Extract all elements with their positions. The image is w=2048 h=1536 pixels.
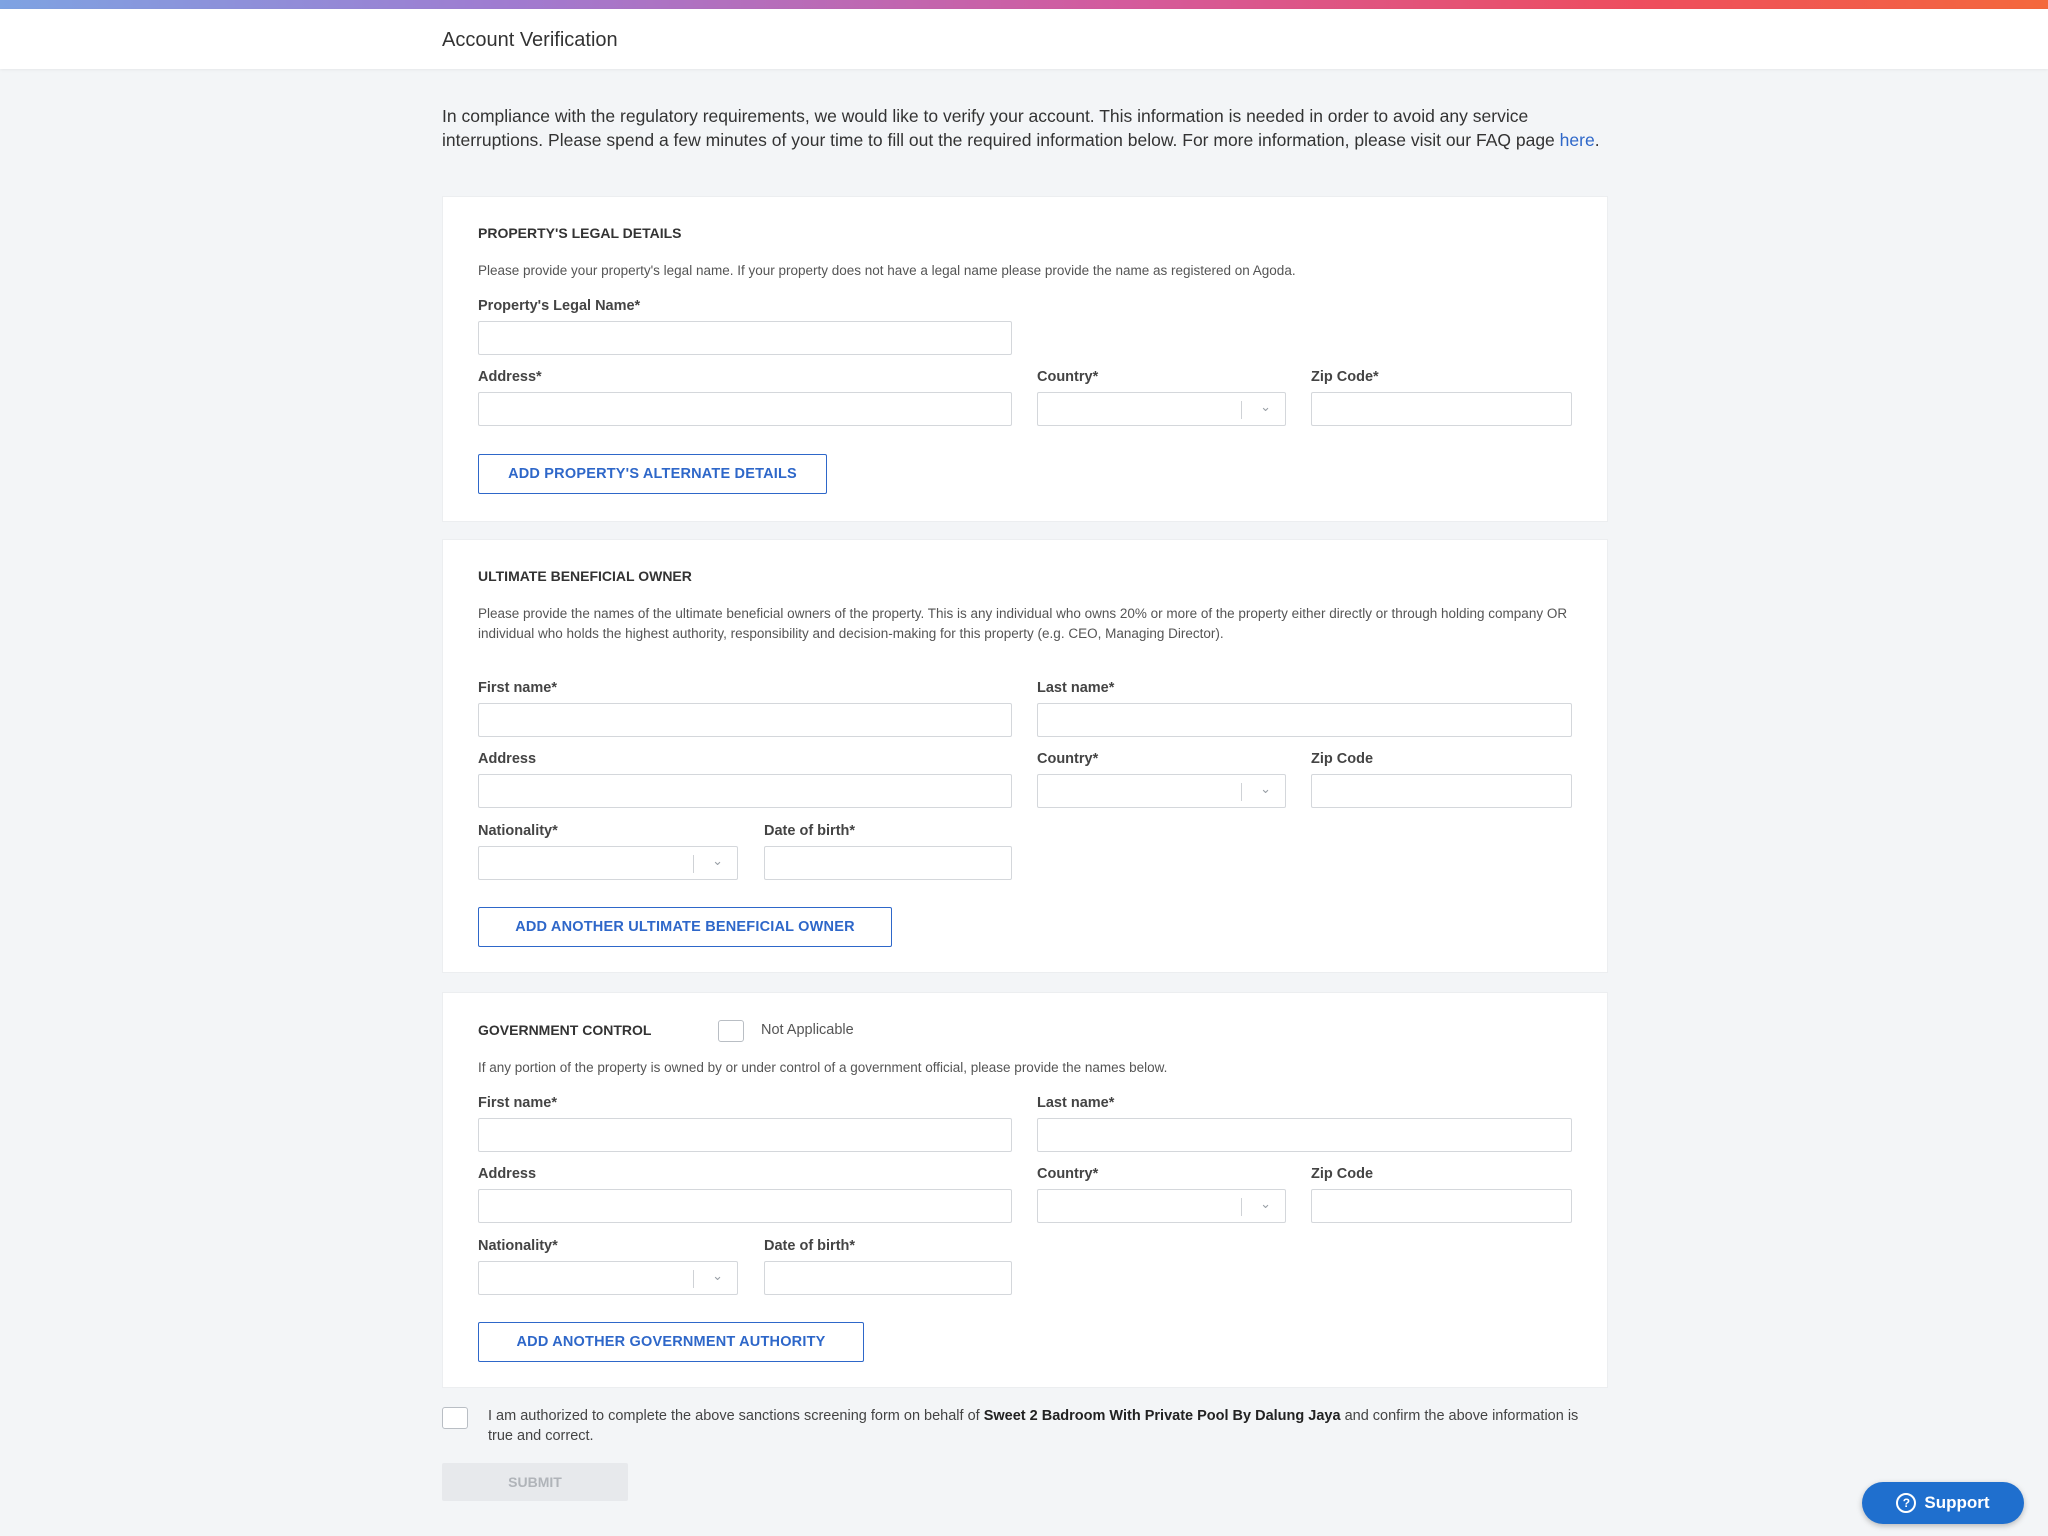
ubo-dob-input[interactable]	[764, 846, 1012, 880]
intro-text: In compliance with the regulatory requir…	[442, 106, 1560, 150]
legal-name-input[interactable]	[478, 321, 1012, 355]
question-circle-icon: ?	[1896, 1493, 1917, 1513]
not-applicable-checkbox[interactable]	[718, 1020, 744, 1042]
gov-zip-label: Zip Code	[1311, 1166, 1374, 1182]
consent-property-name: Sweet 2 Badroom With Private Pool By Dal…	[983, 1408, 1341, 1424]
chevron-down-icon: ⌄	[1260, 781, 1271, 796]
support-button[interactable]: ? Support	[1862, 1482, 2024, 1524]
gov-address-label: Address	[478, 1166, 537, 1182]
ubo-dob-label: Date of birth*	[764, 823, 856, 839]
not-applicable-label: Not Applicable	[761, 1022, 854, 1038]
ubo-nationality-label: Nationality*	[478, 823, 558, 839]
ubo-country-label: Country*	[1037, 751, 1099, 767]
ubo-first-name-input[interactable]	[478, 703, 1012, 737]
ubo-country-select[interactable]: ⌄	[1037, 774, 1286, 808]
faq-link[interactable]: here	[1560, 130, 1595, 150]
gov-zip-input[interactable]	[1311, 1189, 1572, 1223]
ubo-section-title: ULTIMATE BENEFICIAL OWNER	[478, 568, 692, 584]
legal-country-select[interactable]: ⌄	[1037, 392, 1286, 426]
gov-country-select[interactable]: ⌄	[1037, 1189, 1286, 1223]
add-beneficial-owner-button[interactable]: ADD ANOTHER ULTIMATE BENEFICIAL OWNER	[478, 907, 892, 947]
add-government-authority-button[interactable]: ADD ANOTHER GOVERNMENT AUTHORITY	[478, 1322, 864, 1362]
gov-country-label: Country*	[1037, 1166, 1099, 1182]
legal-section-title: PROPERTY'S LEGAL DETAILS	[478, 225, 682, 241]
select-separator	[1241, 1198, 1242, 1216]
intro-end: .	[1594, 130, 1600, 150]
gov-last-name-input[interactable]	[1037, 1118, 1572, 1152]
consent-text: I am authorized to complete the above sa…	[488, 1406, 1588, 1446]
legal-description: Please provide your property's legal nam…	[478, 263, 1296, 278]
ubo-address-label: Address	[478, 751, 537, 767]
ubo-zip-input[interactable]	[1311, 774, 1572, 808]
consent-pre: I am authorized to complete the above sa…	[488, 1408, 984, 1424]
gov-first-name-label: First name*	[478, 1095, 557, 1111]
chevron-down-icon: ⌄	[712, 853, 723, 868]
government-control-card: GOVERNMENT CONTROL Not Applicable If any…	[442, 992, 1608, 1388]
support-label: Support	[1924, 1493, 1990, 1512]
gov-section-title: GOVERNMENT CONTROL	[478, 1022, 652, 1038]
gov-description: If any portion of the property is owned …	[478, 1060, 1168, 1075]
gov-last-name-label: Last name*	[1037, 1095, 1115, 1111]
select-separator	[1241, 783, 1242, 801]
legal-zip-input[interactable]	[1311, 392, 1572, 426]
ubo-nationality-select[interactable]: ⌄	[478, 846, 738, 880]
gov-first-name-input[interactable]	[478, 1118, 1012, 1152]
ubo-last-name-input[interactable]	[1037, 703, 1572, 737]
ubo-first-name-label: First name*	[478, 680, 557, 696]
ubo-last-name-label: Last name*	[1037, 680, 1115, 696]
top-gradient-bar	[0, 0, 2048, 9]
gov-address-input[interactable]	[478, 1189, 1012, 1223]
gov-nationality-select[interactable]: ⌄	[478, 1261, 738, 1295]
ubo-address-input[interactable]	[478, 774, 1012, 808]
ubo-card: ULTIMATE BENEFICIAL OWNER Please provide…	[442, 539, 1608, 973]
intro-paragraph: In compliance with the regulatory requir…	[442, 104, 1610, 152]
select-separator	[693, 855, 694, 873]
page-title: Account Verification	[442, 29, 618, 51]
submit-button[interactable]: SUBMIT	[442, 1463, 628, 1501]
chevron-down-icon: ⌄	[712, 1268, 723, 1283]
legal-details-card: PROPERTY'S LEGAL DETAILS Please provide …	[442, 196, 1608, 522]
add-alternate-details-button[interactable]: ADD PROPERTY'S ALTERNATE DETAILS	[478, 454, 827, 494]
legal-address-label: Address*	[478, 369, 542, 385]
gov-nationality-label: Nationality*	[478, 1238, 558, 1254]
ubo-zip-label: Zip Code	[1311, 751, 1374, 767]
legal-address-input[interactable]	[478, 392, 1012, 426]
chevron-down-icon: ⌄	[1260, 399, 1271, 414]
gov-dob-label: Date of birth*	[764, 1238, 856, 1254]
legal-name-label: Property's Legal Name*	[478, 298, 641, 314]
page-header: Account Verification	[0, 9, 2048, 69]
legal-country-label: Country*	[1037, 369, 1099, 385]
select-separator	[1241, 401, 1242, 419]
consent-checkbox[interactable]	[442, 1407, 468, 1429]
ubo-description: Please provide the names of the ultimate…	[478, 606, 1568, 641]
chevron-down-icon: ⌄	[1260, 1196, 1271, 1211]
select-separator	[693, 1270, 694, 1288]
legal-zip-label: Zip Code*	[1311, 369, 1379, 385]
gov-dob-input[interactable]	[764, 1261, 1012, 1295]
